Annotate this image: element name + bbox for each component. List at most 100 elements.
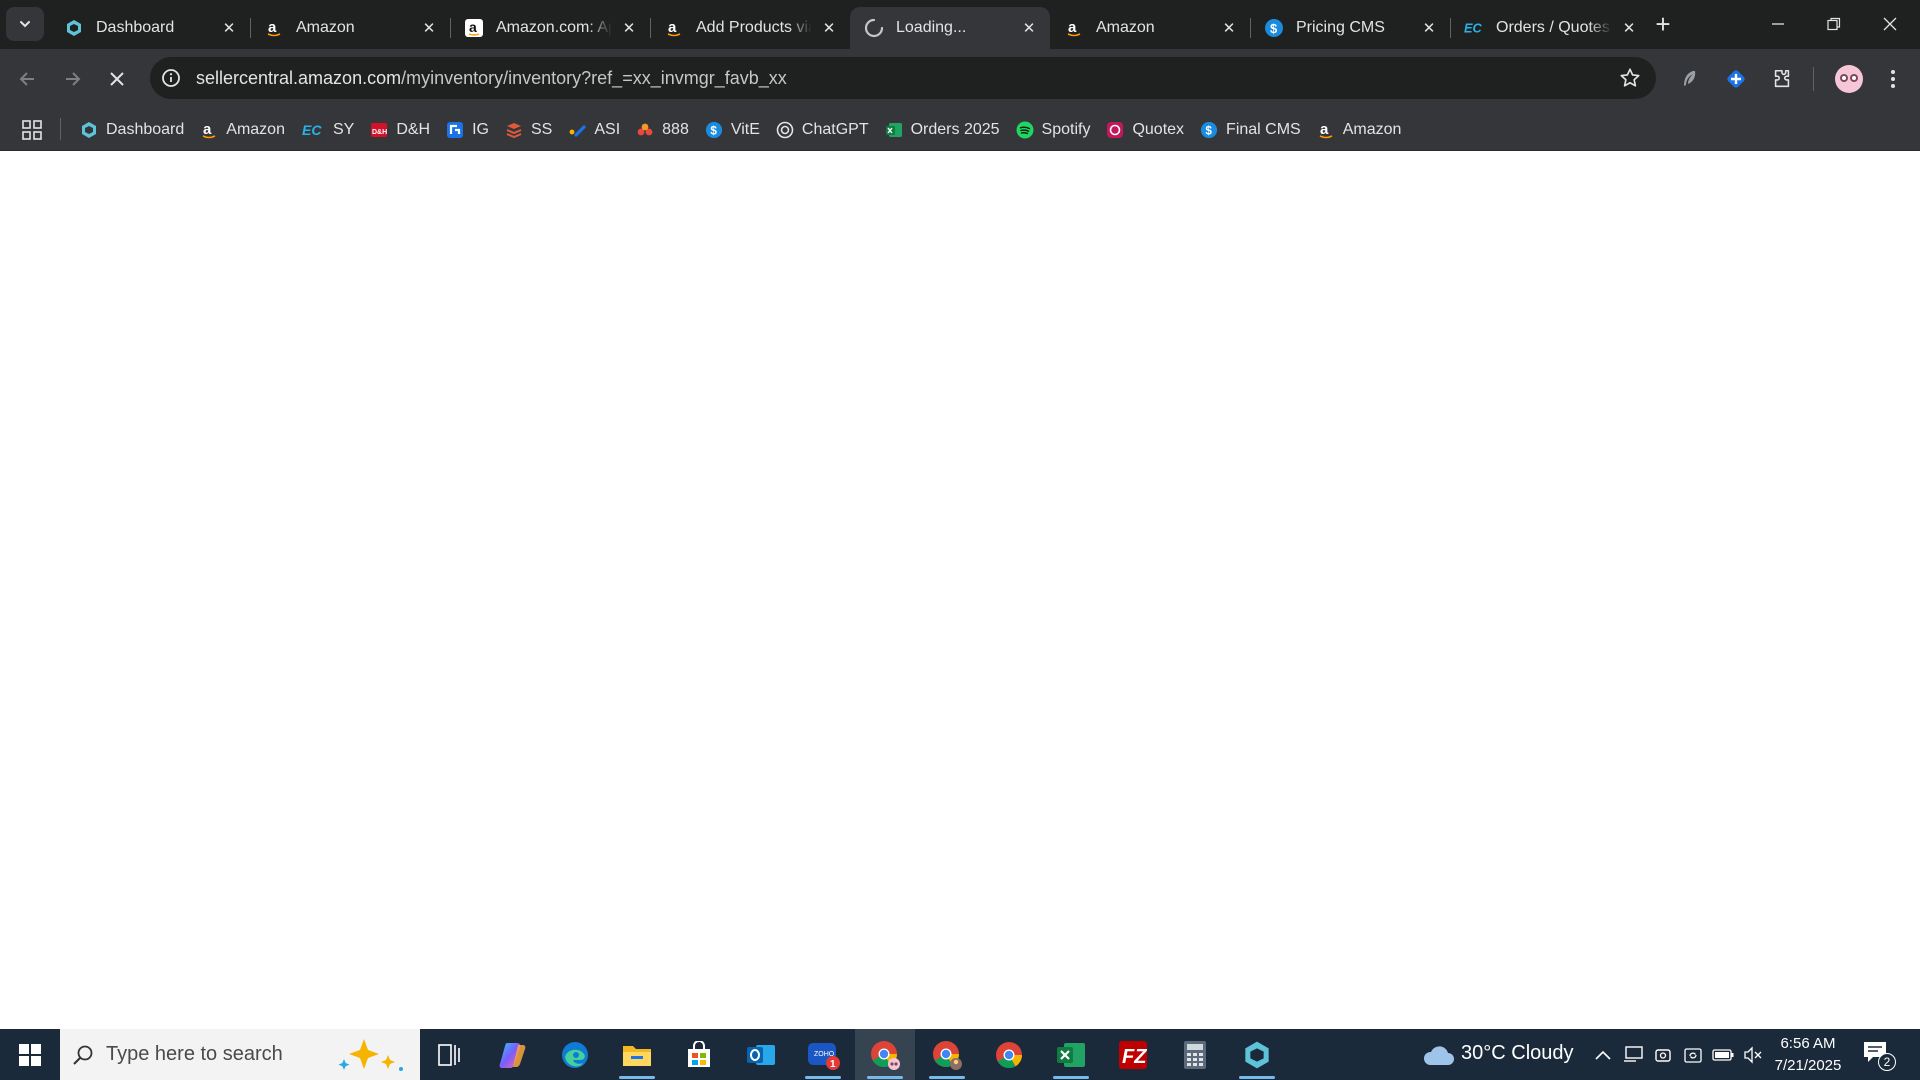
tab-loading-active[interactable]: Loading... ✕ [850,7,1050,49]
taskbar-chrome-profile-2[interactable] [917,1029,977,1080]
sync-icon[interactable] [1682,1044,1704,1066]
bookmark-amazon-2[interactable]: a Amazon [1309,115,1410,145]
bookmark-ig[interactable]: IG [438,115,497,145]
taskbar-edge[interactable] [545,1029,605,1080]
bookmark-label: Amazon [226,120,285,138]
amazon-icon: a [264,18,284,38]
site-info-button[interactable] [150,57,192,99]
browser-toolbar: sellercentral.amazon.com/myinventory/inv… [0,49,1920,108]
taskbar-calculator[interactable] [1165,1029,1225,1080]
taskbar-zoho-mail[interactable]: ZOHO 1 [793,1029,853,1080]
close-icon[interactable]: ✕ [218,17,240,39]
new-tab-button[interactable]: + [1648,9,1678,39]
taskbar-copilot[interactable] [483,1029,543,1080]
notification-center-button[interactable]: 2 [1862,1039,1896,1071]
network-monitor-icon[interactable] [1622,1044,1644,1066]
close-window-button[interactable] [1862,0,1918,48]
bookmark-dh[interactable]: D&H D&H [362,115,438,145]
close-icon[interactable]: ✕ [1218,17,1240,39]
amazon-icon: a [664,18,684,38]
chrome-icon [933,1040,962,1070]
bookmark-label: SS [531,120,553,138]
svg-text:a: a [1320,121,1329,138]
tab-pricing-cms[interactable]: $ Pricing CMS ✕ [1250,7,1450,49]
tab-strip: Dashboard ✕ a Amazon ✕ a Amazon.com: App… [0,0,1920,49]
taskbar-outlook[interactable] [731,1029,791,1080]
svg-text:$: $ [1270,21,1278,36]
weather-cloud-icon[interactable] [1422,1042,1454,1068]
bookmark-final-cms[interactable]: $ Final CMS [1192,115,1309,145]
bookmark-orders-2025[interactable]: Orders 2025 [877,115,1008,145]
taskbar-chrome[interactable] [979,1029,1039,1080]
tab-title: Add Products via Upload [696,19,812,36]
tab-orders-quotes[interactable]: EC Orders / Quotes ✕ [1450,7,1650,49]
taskbar-chrome-profile-1[interactable] [855,1029,915,1080]
chatgpt-icon [776,121,794,139]
url-text[interactable]: sellercentral.amazon.com/myinventory/inv… [196,68,787,89]
tab-amazon[interactable]: a Amazon ✕ [250,7,450,49]
browser-menu-button[interactable] [1877,63,1909,95]
bookmark-ss[interactable]: SS [497,115,560,145]
bookmark-vite[interactable]: $ VitE [697,115,768,145]
dollar-icon: $ [1264,18,1284,38]
bookmark-quotex[interactable]: Quotex [1098,115,1192,145]
close-icon[interactable]: ✕ [1018,17,1040,39]
profile-avatar[interactable] [1831,61,1867,97]
extensions-menu-button[interactable] [1766,63,1798,95]
bookmark-dashboard[interactable]: Dashboard [72,115,192,145]
tab-list: Dashboard ✕ a Amazon ✕ a Amazon.com: App… [50,7,1650,49]
taskbar-microsoft-store[interactable] [669,1029,729,1080]
copilot-sparkle-icon[interactable] [336,1037,408,1078]
meet-now-icon[interactable] [1652,1044,1674,1066]
address-bar[interactable]: sellercentral.amazon.com/myinventory/inv… [150,57,1656,99]
888-logo-icon [636,121,654,139]
close-icon[interactable]: ✕ [1618,17,1640,39]
bookmark-sy[interactable]: EC SY [293,115,362,145]
extension-button-1[interactable] [1673,63,1705,95]
back-button[interactable] [10,61,46,97]
tab-amazon-apple[interactable]: a Amazon.com: Apple ✕ [450,7,650,49]
volume-muted-icon[interactable] [1742,1044,1764,1066]
bookmark-star-button[interactable] [1618,66,1642,90]
bookmark-chatgpt[interactable]: ChatGPT [768,115,877,145]
search-placeholder: Type here to search [106,1043,283,1065]
tab-search-button[interactable] [6,7,44,41]
spotify-icon [1016,121,1034,139]
amazon-icon: a [1317,121,1335,139]
close-icon[interactable]: ✕ [418,17,440,39]
url-host: sellercentral.amazon.com [196,67,402,88]
taskbar-search-box[interactable]: Type here to search [60,1029,420,1080]
calculator-icon [1184,1040,1206,1069]
ss-logo-icon [505,121,523,139]
svg-text:a: a [203,121,212,138]
restore-button[interactable] [1806,0,1862,48]
dollar-icon: $ [1200,121,1218,139]
minimize-button[interactable] [1750,0,1806,48]
bookmark-spotify[interactable]: Spotify [1008,115,1099,145]
tab-add-products[interactable]: a Add Products via Upload ✕ [650,7,850,49]
close-icon[interactable]: ✕ [818,17,840,39]
bookmark-asi[interactable]: ASI [560,115,628,145]
taskbar-filezilla[interactable]: FZ [1103,1029,1163,1080]
close-icon[interactable]: ✕ [618,17,640,39]
taskbar-excel[interactable] [1041,1029,1101,1080]
apps-button[interactable] [18,116,46,144]
stop-loading-button[interactable] [99,61,135,97]
tab-dashboard[interactable]: Dashboard ✕ [50,7,250,49]
extension-button-2[interactable] [1720,63,1752,95]
tab-title: Loading... [896,19,967,36]
weather-text[interactable]: 30°C Cloudy [1461,1042,1574,1065]
taskbar-file-explorer[interactable] [607,1029,667,1080]
close-icon[interactable]: ✕ [1418,17,1440,39]
system-clock[interactable]: 6:56 AM 7/21/2025 [1764,1033,1852,1077]
taskbar-dashboard-app[interactable] [1227,1029,1287,1080]
bookmark-888[interactable]: 888 [628,115,697,145]
task-view-button[interactable] [420,1029,480,1080]
bookmark-label: 888 [662,120,689,138]
battery-icon[interactable] [1712,1044,1734,1066]
show-hidden-icons-button[interactable] [1592,1044,1614,1066]
start-button[interactable] [0,1029,60,1080]
forward-button[interactable] [54,61,90,97]
tab-amazon-2[interactable]: a Amazon ✕ [1050,7,1250,49]
bookmark-amazon[interactable]: a Amazon [192,115,293,145]
